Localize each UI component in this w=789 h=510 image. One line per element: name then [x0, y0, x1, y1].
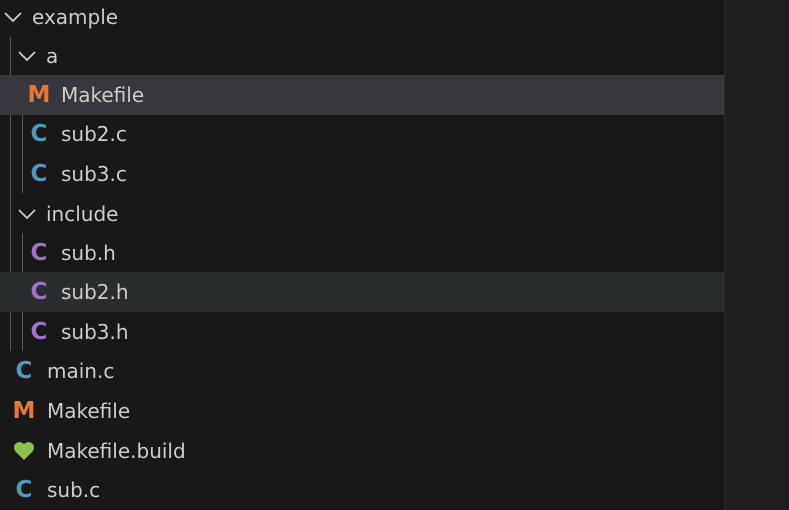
tree-file-main-c[interactable]: C main.c — [0, 351, 724, 391]
tree-file-makefile[interactable]: M Makefile — [0, 391, 724, 431]
header-file-icon: C — [30, 279, 48, 305]
file-label: sub3.c — [61, 162, 127, 186]
c-file-icon: C — [15, 358, 33, 384]
c-file-icon: C — [15, 477, 33, 503]
makefile-icon: M — [12, 398, 36, 424]
makefile-icon: M — [27, 82, 51, 108]
tree-file-a-makefile[interactable]: M Makefile — [0, 75, 724, 115]
tree-file-include-sub3-h[interactable]: C sub3.h — [0, 312, 724, 352]
tree-file-sub-c[interactable]: C sub.c — [0, 470, 724, 510]
tree-file-a-sub3-c[interactable]: C sub3.c — [0, 154, 724, 194]
file-explorer: example a M Makefile C sub2.c C sub3.c i… — [0, 0, 725, 510]
header-file-icon: C — [30, 240, 48, 266]
tree-file-makefile-build[interactable]: Makefile.build — [0, 431, 724, 471]
c-file-icon: C — [30, 121, 48, 147]
heart-icon — [12, 431, 36, 471]
header-file-icon: C — [30, 319, 48, 345]
file-label: Makefile — [61, 83, 145, 107]
tree-file-include-sub-h[interactable]: C sub.h — [0, 233, 724, 273]
tree-folder-example[interactable]: example — [0, 0, 724, 37]
c-file-icon: C — [30, 161, 48, 187]
folder-label: include — [46, 202, 119, 226]
file-label: sub.h — [61, 241, 116, 265]
file-label: sub.c — [47, 478, 101, 502]
tree-file-include-sub2-h[interactable]: C sub2.h — [0, 272, 724, 312]
folder-label: a — [46, 44, 59, 68]
tree-folder-a[interactable]: a — [0, 36, 724, 76]
tree-file-a-sub2-c[interactable]: C sub2.c — [0, 114, 724, 154]
file-label: sub3.h — [61, 320, 129, 344]
file-label: sub2.c — [61, 122, 127, 146]
chevron-down-icon[interactable] — [16, 203, 38, 225]
chevron-down-icon[interactable] — [2, 6, 24, 28]
editor-area — [725, 0, 789, 510]
chevron-down-icon[interactable] — [16, 45, 38, 67]
file-label: sub2.h — [61, 280, 129, 304]
folder-label: example — [32, 5, 119, 29]
file-label: Makefile.build — [47, 439, 186, 463]
file-label: Makefile — [47, 399, 131, 423]
file-label: main.c — [47, 359, 115, 383]
tree-folder-include[interactable]: include — [0, 194, 724, 234]
